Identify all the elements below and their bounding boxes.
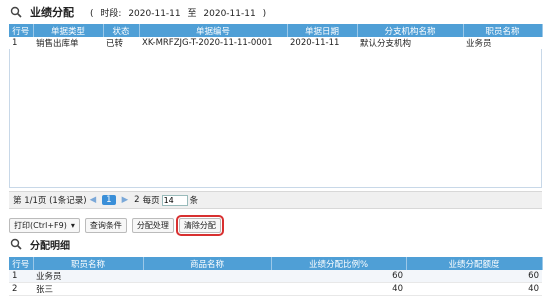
cell-row-no: 1 <box>9 270 33 283</box>
search-icon <box>10 238 22 250</box>
per-page-input[interactable] <box>161 194 188 206</box>
cell-product <box>143 270 271 283</box>
cell-doc-date: 2020-11-11 <box>287 37 357 49</box>
documents-table: 行号 单据类型 状态 单据编号 单据日期 分支机构名称 职员名称 1 销售出库单… <box>9 24 543 49</box>
cell-branch: 默认分支机构 <box>357 37 463 49</box>
query-conditions-button[interactable]: 查询条件 <box>84 217 127 233</box>
col-header-ratio[interactable]: 业绩分配比例% <box>271 257 407 270</box>
search-icon <box>10 6 22 18</box>
cell-doc-code: XK-MRFZJG-T-2020-11-11-0001 <box>139 37 287 49</box>
cell-row-no: 2 <box>9 282 33 296</box>
table-row[interactable]: 1 业务员 60 60 <box>9 270 542 283</box>
date-from: 2020-11-11 <box>128 8 181 19</box>
allocation-detail-table: 行号 职员名称 商品名称 业绩分配比例% 业绩分配额度 1 业务员 60 60 … <box>9 257 543 296</box>
cell-doc-type: 销售出库单 <box>33 37 103 49</box>
col-header-staff[interactable]: 职员名称 <box>463 24 543 37</box>
next-page-button[interactable]: ▶ <box>122 195 129 205</box>
per-page-unit: 条 <box>189 196 199 206</box>
print-label: 打印(Ctrl+F9) <box>14 220 67 230</box>
col-header-row-no[interactable]: 行号 <box>9 257 34 270</box>
cell-row-no: 1 <box>9 37 33 49</box>
allocate-button[interactable]: 分配处理 <box>131 217 174 233</box>
cell-staff: 张三 <box>33 282 143 296</box>
pagination-bar: 第 1/1页 (1条记录) ◀ 1 ▶ 2 每页 条 <box>9 191 542 209</box>
per-page-label: 每页 <box>142 196 160 206</box>
cell-product <box>143 282 271 296</box>
cell-staff: 业务员 <box>463 37 542 49</box>
allocation-title-bar: 业绩分配 ( 时段: 2020-11-11 至 2020-11-11 ) <box>10 2 268 22</box>
date-to: 2020-11-11 <box>203 8 256 19</box>
section-title: 分配明细 <box>30 240 70 252</box>
date-label: 时段: <box>100 8 122 19</box>
date-separator: 至 <box>187 8 197 19</box>
date-close-paren: ) <box>262 8 267 19</box>
col-header-status[interactable]: 状态 <box>103 24 140 37</box>
table-row[interactable]: 2 张三 40 40 <box>9 282 542 296</box>
cell-staff: 业务员 <box>33 270 143 283</box>
cell-amount[interactable]: 60 <box>406 270 542 283</box>
date-range: ( 时段: 2020-11-11 至 2020-11-11 ) <box>88 6 268 19</box>
col-header-row-no[interactable]: 行号 <box>9 24 34 37</box>
current-page-button[interactable]: 1 <box>102 195 116 205</box>
first-page-button[interactable]: ◀ <box>90 195 97 205</box>
cell-amount[interactable]: 40 <box>406 282 542 296</box>
cell-ratio[interactable]: 40 <box>271 282 406 296</box>
date-open-paren: ( <box>90 8 94 19</box>
col-header-amount[interactable]: 业绩分配额度 <box>406 257 543 270</box>
last-page-button[interactable]: 2 <box>134 195 139 205</box>
clear-allocation-button[interactable]: 清除分配 <box>175 214 224 236</box>
col-header-branch[interactable]: 分支机构名称 <box>357 24 464 37</box>
cell-ratio[interactable]: 60 <box>271 270 406 283</box>
page-title: 业绩分配 <box>30 6 74 19</box>
action-toolbar: 打印(Ctrl+F9) ▾ 查询条件 分配处理 清除分配 <box>9 214 226 236</box>
cell-status: 已转 <box>103 37 139 49</box>
detail-title-bar: 分配明细 <box>10 236 70 252</box>
page-info: 第 1/1页 (1条记录) <box>13 196 87 206</box>
chevron-down-icon: ▾ <box>70 220 75 230</box>
table-row[interactable]: 1 销售出库单 已转 XK-MRFZJG-T-2020-11-11-0001 2… <box>9 37 542 49</box>
print-dropdown-button[interactable]: 打印(Ctrl+F9) ▾ <box>9 217 80 233</box>
col-header-product[interactable]: 商品名称 <box>143 257 272 270</box>
col-header-doc-type[interactable]: 单据类型 <box>33 24 104 37</box>
col-header-staff[interactable]: 职员名称 <box>33 257 144 270</box>
col-header-doc-code[interactable]: 单据编号 <box>139 24 288 37</box>
col-header-doc-date[interactable]: 单据日期 <box>287 24 358 37</box>
